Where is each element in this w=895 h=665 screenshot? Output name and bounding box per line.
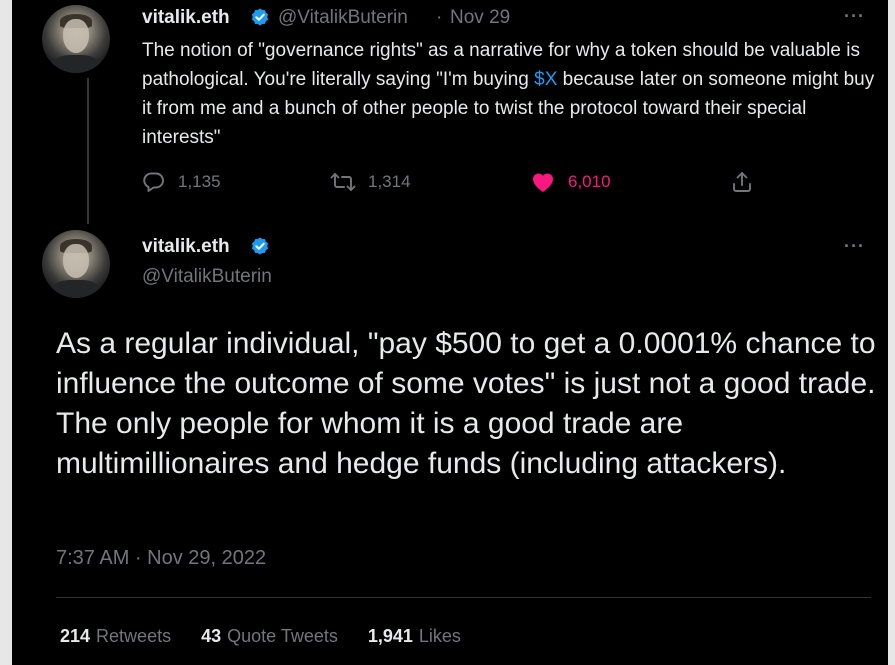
verified-badge-icon [251, 8, 269, 26]
quote-tweets-stat[interactable]: 43 Quote Tweets [201, 626, 338, 647]
reply-button[interactable]: 1,135 [142, 170, 221, 194]
meta-separator: · [436, 7, 443, 28]
share-button[interactable] [730, 170, 766, 194]
likes-stat[interactable]: 1,941 Likes [368, 626, 461, 647]
tweet-text: The notion of "governance rights" as a n… [142, 40, 875, 148]
tweet-timestamp[interactable]: 7:37 AM · Nov 29, 2022 [56, 547, 266, 570]
retweet-icon [330, 173, 356, 191]
heart-icon [532, 173, 554, 192]
like-button[interactable]: 6,010 [530, 170, 611, 194]
tweet-text: As a regular individual, "pay $500 to ge… [56, 327, 876, 480]
thread-connector-line [87, 78, 89, 224]
engagement-stats: 214 Retweets 43 Quote Tweets 1,941 Likes [60, 626, 491, 647]
avatar[interactable] [42, 5, 110, 73]
retweet-button[interactable]: 1,314 [330, 170, 411, 194]
handle[interactable]: @VitalikButerin [142, 266, 272, 288]
reply-icon [143, 172, 164, 192]
cashtag-link[interactable]: $X [534, 69, 557, 90]
like-count: 6,010 [568, 172, 611, 191]
handle[interactable]: @VitalikButerin [278, 7, 408, 29]
more-icon[interactable]: ··· [844, 6, 865, 27]
more-icon[interactable]: ··· [844, 236, 865, 257]
tweet-thread: vitalik.eth @VitalikButerin · Nov 29 ···… [12, 0, 888, 665]
display-name[interactable]: vitalik.eth [142, 236, 230, 258]
retweet-count: 1,314 [368, 172, 411, 191]
tweet-date[interactable]: Nov 29 [450, 7, 510, 29]
divider [56, 597, 871, 598]
display-name[interactable]: vitalik.eth [142, 7, 230, 29]
avatar[interactable] [42, 230, 110, 298]
retweets-stat[interactable]: 214 Retweets [60, 626, 171, 647]
verified-badge-icon [251, 237, 269, 255]
share-icon [733, 172, 751, 192]
reply-count: 1,135 [178, 172, 221, 191]
